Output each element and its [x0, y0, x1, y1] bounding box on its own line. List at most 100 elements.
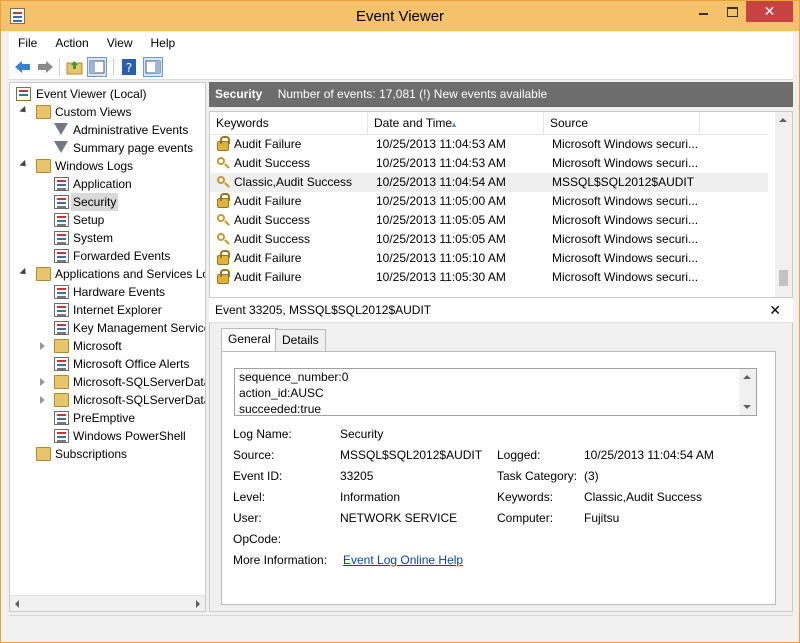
logged-value: 10/25/2013 11:04:54 AM — [584, 448, 714, 462]
scroll-up-icon[interactable] — [779, 118, 787, 122]
help-button[interactable]: ? — [119, 57, 139, 77]
log-icon — [54, 429, 69, 443]
minimize-button[interactable] — [690, 1, 718, 22]
column-header-keywords[interactable]: Keywords — [210, 112, 368, 135]
table-row[interactable]: Audit Failure 10/25/2013 11:04:53 AM Mic… — [210, 135, 768, 154]
log-icon — [54, 321, 69, 335]
event-log-online-help-link[interactable]: Event Log Online Help — [343, 553, 463, 567]
scrollbar-thumb[interactable] — [779, 270, 788, 286]
maximize-button[interactable] — [718, 1, 746, 22]
show-hide-action-pane-button[interactable] — [143, 57, 163, 77]
log-icon — [54, 177, 69, 191]
action-pane-icon — [145, 60, 161, 74]
expand-arrow-icon[interactable] — [19, 105, 29, 116]
keywords-value: Classic,Audit Success — [584, 490, 703, 504]
cell-keywords: Audit Success — [234, 232, 311, 246]
close-detail-icon[interactable]: ✕ — [769, 298, 781, 323]
key-icon — [217, 214, 225, 222]
folder-icon — [54, 393, 69, 407]
toolbar-separator — [59, 58, 60, 76]
log-name: Security — [215, 87, 263, 101]
tree-item-label: Hardware Events — [73, 285, 166, 299]
cell-date-time: 10/25/2013 11:05:30 AM — [376, 270, 506, 284]
status-bar — [9, 615, 793, 637]
cell-date-time: 10/25/2013 11:04:53 AM — [376, 156, 506, 170]
column-header-date-time[interactable]: Date and Time ▲ — [368, 112, 544, 135]
table-row[interactable]: Audit Success 10/25/2013 11:05:05 AM Mic… — [210, 230, 768, 249]
title-bar[interactable]: Event Viewer ✕ — [1, 1, 799, 31]
help-icon: ? — [122, 59, 136, 75]
expand-arrow-icon[interactable] — [19, 159, 29, 170]
key-icon — [217, 233, 225, 241]
scroll-left-icon[interactable] — [15, 600, 19, 608]
event-id-value: 33205 — [340, 469, 374, 483]
close-button[interactable]: ✕ — [746, 1, 793, 22]
folder-icon — [54, 339, 69, 353]
log-icon — [54, 411, 69, 425]
collapsed-arrow-icon[interactable] — [40, 396, 45, 404]
logged-label: Logged: — [497, 448, 541, 462]
table-row[interactable]: Audit Failure 10/25/2013 11:05:00 AM Mic… — [210, 192, 768, 211]
user-value: NETWORK SERVICE — [340, 511, 458, 525]
cell-source: Microsoft Windows securi... — [552, 194, 699, 208]
event-detail-pane: Event 33205, MSSQL$SQL2012$AUDIT ✕ Gener… — [209, 297, 793, 612]
opcode-label: OpCode: — [233, 532, 282, 546]
table-row[interactable]: Audit Success 10/25/2013 11:04:53 AM Mic… — [210, 154, 768, 173]
up-one-level-button[interactable] — [65, 57, 85, 77]
scroll-down-icon[interactable] — [743, 405, 751, 409]
tree-item-label: Microsoft Office Alerts — [73, 357, 190, 371]
column-header-filler — [700, 112, 768, 135]
description-line: succeeded:true — [239, 402, 322, 416]
cell-keywords: Audit Failure — [234, 194, 302, 208]
tree-item-label: Event Viewer (Local) — [36, 87, 147, 101]
cell-keywords: Audit Success — [234, 156, 311, 170]
general-tab-panel: sequence_number:0 action_id:AUSC succeed… — [221, 351, 776, 605]
description-scrollbar[interactable] — [739, 369, 756, 415]
table-row-selected[interactable]: Classic,Audit Success 10/25/2013 11:04:5… — [210, 173, 768, 192]
scroll-up-icon[interactable] — [743, 375, 751, 379]
menu-action[interactable]: Action — [46, 32, 97, 54]
forward-button[interactable] — [35, 57, 55, 77]
show-hide-console-tree-button[interactable] — [87, 57, 107, 77]
tab-general[interactable]: General — [221, 328, 278, 352]
task-category-value: (3) — [584, 469, 599, 483]
forward-arrow-icon — [38, 61, 53, 73]
log-icon — [54, 213, 69, 227]
menu-help[interactable]: Help — [142, 32, 185, 54]
log-icon — [54, 231, 69, 245]
scroll-right-icon[interactable] — [196, 600, 200, 608]
cell-source: Microsoft Windows securi... — [552, 232, 699, 246]
column-header-source[interactable]: Source — [544, 112, 700, 135]
console-tree[interactable]: Event Viewer (Local) Custom Views Admini… — [9, 82, 206, 612]
collapsed-arrow-icon[interactable] — [40, 378, 45, 386]
cell-source: MSSQL$SQL2012$AUDIT — [552, 175, 695, 189]
tab-details[interactable]: Details — [275, 329, 326, 351]
table-row[interactable]: Audit Success 10/25/2013 11:05:05 AM Mic… — [210, 211, 768, 230]
back-button[interactable] — [13, 57, 33, 77]
lock-icon — [217, 269, 230, 284]
menu-view[interactable]: View — [98, 32, 142, 54]
folder-icon — [36, 267, 51, 281]
log-icon — [54, 249, 69, 263]
cell-date-time: 10/25/2013 11:04:54 AM — [376, 175, 506, 189]
menu-file[interactable]: File — [9, 32, 46, 54]
event-viewer-icon — [16, 87, 31, 101]
event-count-status: Number of events: 17,081 (!) New events … — [277, 87, 548, 101]
user-label: User: — [233, 511, 262, 525]
computer-label: Computer: — [497, 511, 554, 525]
keywords-label: Keywords: — [497, 490, 554, 504]
table-row[interactable]: Audit Failure 10/25/2013 11:05:30 AM Mic… — [210, 268, 768, 287]
tree-item-label: System — [73, 231, 114, 245]
tree-horizontal-scrollbar[interactable] — [10, 595, 205, 611]
window-title: Event Viewer — [355, 8, 445, 25]
collapsed-arrow-icon[interactable] — [40, 342, 45, 350]
folder-icon — [36, 105, 51, 119]
lock-icon — [217, 250, 230, 265]
cell-date-time: 10/25/2013 11:04:53 AM — [376, 137, 506, 151]
tree-item-label: Windows PowerShell — [73, 429, 186, 443]
table-row[interactable]: Audit Failure 10/25/2013 11:05:10 AM Mic… — [210, 249, 768, 268]
svg-text:?: ? — [126, 61, 132, 75]
expand-arrow-icon[interactable] — [19, 267, 29, 278]
event-description-box[interactable]: sequence_number:0 action_id:AUSC succeed… — [234, 368, 757, 416]
cell-date-time: 10/25/2013 11:05:00 AM — [376, 194, 506, 208]
